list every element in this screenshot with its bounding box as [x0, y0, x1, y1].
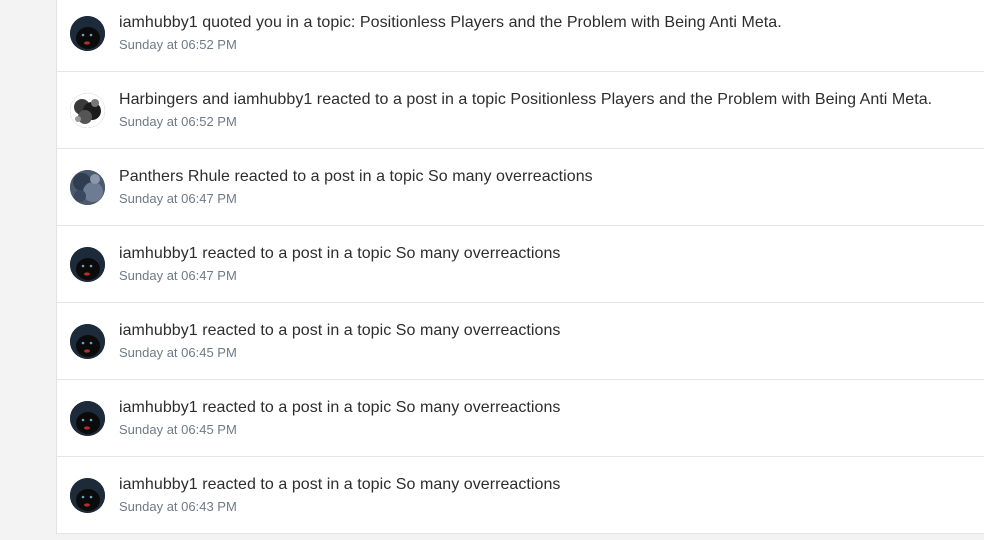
notification-item[interactable]: Panthers Rhule reacted to a post in a to… — [57, 149, 984, 226]
notification-item[interactable]: iamhubby1 quoted you in a topic: Positio… — [57, 0, 984, 72]
user-avatar-grayscale[interactable] — [70, 93, 105, 128]
notification-time: Sunday at 06:47 PM — [119, 268, 237, 283]
notification-time: Sunday at 06:45 PM — [119, 345, 237, 360]
notification-item[interactable]: iamhubby1 reacted to a post in a topic S… — [57, 303, 984, 380]
notification-text[interactable]: iamhubby1 reacted to a post in a topic S… — [119, 245, 560, 263]
user-avatar-panther[interactable] — [70, 16, 105, 51]
notification-time: Sunday at 06:52 PM — [119, 37, 237, 52]
notification-text[interactable]: iamhubby1 reacted to a post in a topic S… — [119, 322, 560, 340]
notification-time: Sunday at 06:43 PM — [119, 499, 237, 514]
user-avatar-panther[interactable] — [70, 247, 105, 282]
notification-item[interactable]: iamhubby1 reacted to a post in a topic S… — [57, 457, 984, 534]
user-avatar-panther[interactable] — [70, 324, 105, 359]
notification-text[interactable]: iamhubby1 reacted to a post in a topic S… — [119, 476, 560, 494]
left-gutter — [0, 0, 56, 540]
user-avatar-panther[interactable] — [70, 478, 105, 513]
notifications-page: iamhubby1 quoted you in a topic: Positio… — [0, 0, 984, 540]
notification-item[interactable]: Harbingers and iamhubby1 reacted to a po… — [57, 72, 984, 149]
notification-item[interactable]: iamhubby1 reacted to a post in a topic S… — [57, 226, 984, 303]
notification-time: Sunday at 06:52 PM — [119, 114, 237, 129]
notification-text[interactable]: iamhubby1 quoted you in a topic: Positio… — [119, 14, 782, 32]
notification-time: Sunday at 06:47 PM — [119, 191, 237, 206]
notification-item[interactable]: iamhubby1 reacted to a post in a topic S… — [57, 380, 984, 457]
notification-text[interactable]: iamhubby1 reacted to a post in a topic S… — [119, 399, 560, 417]
user-avatar-panther[interactable] — [70, 401, 105, 436]
notification-list: iamhubby1 quoted you in a topic: Positio… — [56, 0, 984, 534]
notification-text[interactable]: Panthers Rhule reacted to a post in a to… — [119, 168, 593, 186]
user-avatar-blue-photo[interactable] — [70, 170, 105, 205]
notification-time: Sunday at 06:45 PM — [119, 422, 237, 437]
notification-text[interactable]: Harbingers and iamhubby1 reacted to a po… — [119, 91, 932, 109]
